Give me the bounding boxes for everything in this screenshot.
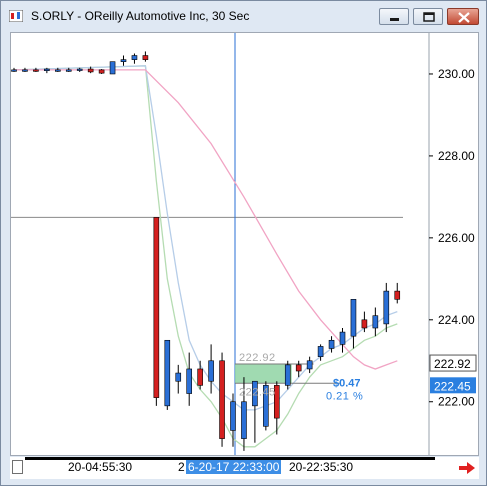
candle-body[interactable] xyxy=(54,69,61,72)
candle-body[interactable] xyxy=(11,69,17,72)
window-title: S.ORLY - OReilly Automotive Inc, 30 Sec xyxy=(31,9,250,23)
candle-body[interactable] xyxy=(241,401,247,439)
candle-body[interactable] xyxy=(350,299,357,337)
price-label-value: 222.45 xyxy=(434,379,471,393)
title-bar[interactable]: S.ORLY - OReilly Automotive Inc, 30 Sec xyxy=(1,1,486,31)
moving-average-line-3 xyxy=(14,69,398,370)
time-tick-2-start: 2 xyxy=(178,460,185,474)
close-button[interactable] xyxy=(447,8,479,25)
time-tick-1: 20-04:55:30 xyxy=(68,460,133,474)
candle-body[interactable] xyxy=(76,68,83,71)
candle-body[interactable] xyxy=(317,346,324,357)
candle-body[interactable] xyxy=(87,68,94,73)
scroll-checkbox[interactable] xyxy=(12,460,23,474)
candle-body[interactable] xyxy=(120,59,127,62)
candle-body[interactable] xyxy=(361,319,368,329)
y-tick-label: 228.00 xyxy=(438,149,475,163)
chart-window: S.ORLY - OReilly Automotive Inc, 30 Sec … xyxy=(0,0,487,486)
time-tick-3: 20-22:35:30 xyxy=(289,460,354,474)
time-tick-selected[interactable]: 6-20-17 22:33:00 xyxy=(186,460,282,474)
y-tick-label: 226.00 xyxy=(438,231,475,245)
chart-area[interactable]: 230.00 228.00 226.00 224.00 222.00 222.92 222.… xyxy=(10,32,479,456)
candle-body[interactable] xyxy=(328,339,335,349)
candle-body[interactable] xyxy=(219,360,225,439)
candle-body[interactable] xyxy=(230,401,236,431)
candle-body[interactable] xyxy=(197,368,203,386)
measure-bottom-label: 222.45 xyxy=(239,386,276,398)
close-icon xyxy=(458,12,470,23)
candle-body[interactable] xyxy=(98,69,105,74)
minimize-icon xyxy=(390,18,399,21)
candle-body[interactable] xyxy=(383,290,390,325)
candle-body[interactable] xyxy=(306,360,313,370)
candle-body[interactable] xyxy=(372,315,379,329)
minimize-button[interactable] xyxy=(379,8,409,25)
candle-body[interactable] xyxy=(339,331,346,345)
candle-body[interactable] xyxy=(22,69,28,72)
y-tick-label: 230.00 xyxy=(438,67,475,81)
candle-body[interactable] xyxy=(153,217,160,398)
candle-body[interactable] xyxy=(131,55,138,60)
measure-percent-label: 0.21 % xyxy=(326,390,363,402)
candle-body[interactable] xyxy=(33,69,39,72)
candle-body[interactable] xyxy=(109,61,116,75)
candle-body[interactable] xyxy=(142,55,149,60)
time-axis-bar: 20-04:55:30 2 6-20-17 22:33:00 20-22:35:… xyxy=(10,457,479,479)
y-tick-label: 222.00 xyxy=(438,395,475,409)
price-chart[interactable]: 230.00 228.00 226.00 224.00 222.00 222.92 222.… xyxy=(11,33,478,455)
candle-body[interactable] xyxy=(65,69,72,72)
scroll-right-arrow-icon[interactable] xyxy=(458,461,476,475)
candle-body[interactable] xyxy=(164,339,171,407)
candle-body[interactable] xyxy=(295,364,302,372)
candle-body[interactable] xyxy=(186,368,192,394)
price-label-value: 222.92 xyxy=(434,357,471,371)
candle-body[interactable] xyxy=(175,372,182,382)
y-tick-label: 224.00 xyxy=(438,313,475,327)
measure-top-label: 222.92 xyxy=(239,352,276,364)
maximize-button[interactable] xyxy=(413,8,443,25)
measure-change-label: $0.47 xyxy=(333,377,361,389)
maximize-icon xyxy=(423,12,435,22)
candle-body[interactable] xyxy=(394,290,401,300)
candle-body[interactable] xyxy=(208,360,214,382)
candle-body[interactable] xyxy=(284,364,291,386)
chart-app-icon xyxy=(9,10,23,22)
candle-body[interactable] xyxy=(44,68,50,71)
